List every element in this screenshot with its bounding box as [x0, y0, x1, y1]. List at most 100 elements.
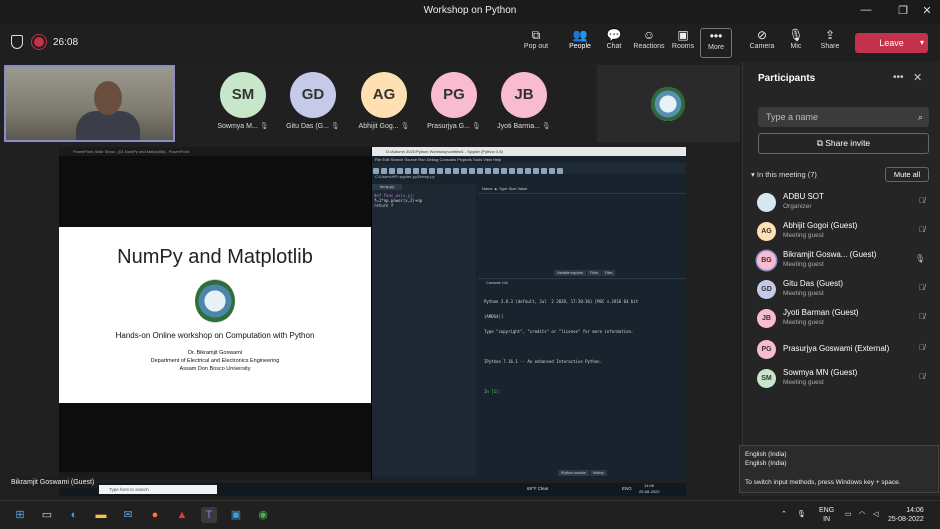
people-button[interactable]: 👥 People: [562, 28, 598, 58]
in-meeting-header[interactable]: ▾ In this meeting (7): [751, 170, 817, 179]
edge-icon[interactable]: ◐: [66, 507, 82, 523]
spyder-menu: File Edit Search Source Run Debug Consol…: [372, 156, 686, 163]
input-method-popup[interactable]: English (India) English (India) To switc…: [739, 445, 939, 493]
gallery-name: Abhijit Gog...: [358, 123, 399, 130]
maximize-button[interactable]: ❐: [893, 4, 913, 17]
ime-option[interactable]: English (India): [745, 450, 933, 459]
teams-icon[interactable]: T: [201, 507, 217, 523]
leave-button[interactable]: Leave ▾: [855, 33, 928, 53]
avatar: GD: [290, 72, 336, 118]
acrobat-icon[interactable]: ▲: [174, 507, 190, 523]
gallery-tile[interactable]: SM Sowmya M... 🎙: [213, 72, 273, 137]
participant-search-input[interactable]: Type a name ⌕: [758, 107, 929, 127]
mic-button[interactable]: 🎙 Mic: [778, 28, 814, 58]
share-icon: ⇪: [824, 28, 836, 42]
remote-desktop-icon[interactable]: ▣: [228, 507, 244, 523]
camera-button[interactable]: ⊘ Camera: [744, 28, 780, 58]
chevron-down-icon[interactable]: ▾: [920, 33, 924, 53]
shared-date: 25-08-2022: [639, 489, 660, 494]
spyder-title: D:\Autumn 2021\Python Workshop\untitled1…: [372, 147, 686, 156]
mic-off-icon[interactable]: 🎙: [797, 510, 806, 518]
mail-icon[interactable]: ✉: [120, 507, 136, 523]
share-button[interactable]: ⇪ Share: [812, 28, 848, 58]
participant-name: Prasurjya Goswami (External): [783, 344, 890, 353]
chrome-icon[interactable]: ◉: [255, 507, 271, 523]
organizer-logo-icon: [757, 193, 776, 212]
university-logo-icon: [195, 279, 235, 323]
ime-option[interactable]: English (India): [745, 459, 933, 468]
shared-screen[interactable]: PowerPoint Slide Show - [01 NumPy and Ma…: [59, 147, 686, 496]
more-button[interactable]: ••• More: [700, 28, 732, 58]
participant-row[interactable]: AG Abhijit Gogoi (Guest) Meeting guest 🎙…: [757, 219, 933, 243]
console-prompt: In [1]:: [484, 389, 501, 394]
avatar: SM: [757, 369, 776, 388]
gallery-tile[interactable]: GD Gitu Das (G... 🎙: [283, 72, 343, 137]
slide-department: Department of Electrical and Electronics…: [150, 358, 280, 364]
clock-time: 14:06: [906, 507, 924, 514]
language-indicator[interactable]: ENG IN: [819, 506, 834, 524]
presenter-video[interactable]: [4, 65, 175, 142]
wifi-icon[interactable]: ◠: [859, 510, 865, 518]
close-icon[interactable]: ✕: [913, 71, 922, 84]
participant-role: Meeting guest: [783, 261, 824, 268]
taskbar-clock[interactable]: 14:06 25-08-2022: [888, 506, 924, 524]
slide-university: Assam Don Bosco University: [179, 366, 251, 372]
popout-button[interactable]: ⧉ Pop out: [518, 28, 554, 58]
gallery-tile[interactable]: PG Prasurjya G... 🎙: [424, 72, 484, 137]
participant-name: Gitu Das (Guest): [783, 279, 844, 288]
battery-icon[interactable]: ▭: [845, 510, 852, 518]
variable-explorer: Name ▲ Type Size Value Variable explorer…: [478, 184, 686, 276]
slide: NumPy and Matplotlib Hands-on Online wor…: [59, 227, 371, 403]
spyder-window: D:\Autumn 2021\Python Workshop\untitled1…: [372, 147, 686, 480]
rooms-button[interactable]: ▣ Rooms: [665, 28, 701, 58]
reactions-button[interactable]: ☺ Reactions: [631, 28, 667, 58]
participant-row[interactable]: PG Prasurjya Goswami (External) 🎙̸: [757, 337, 933, 361]
more-options-icon[interactable]: •••: [893, 72, 904, 83]
clock-date: 25-08-2022: [888, 516, 924, 523]
participant-role: Meeting guest: [783, 319, 824, 326]
console-line: (AMD64)]: [484, 314, 504, 319]
chevron-up-icon[interactable]: ⌃: [781, 510, 787, 518]
volume-icon[interactable]: ◁: [873, 510, 878, 518]
shield-icon[interactable]: [11, 35, 23, 49]
chat-button[interactable]: 💬 Chat: [596, 28, 632, 58]
close-window-button[interactable]: ✕: [917, 4, 937, 17]
popout-icon: ⧉: [531, 28, 541, 42]
participant-role: Meeting guest: [783, 379, 824, 386]
task-view-icon[interactable]: ▭: [39, 507, 55, 523]
mic-off-icon: 🎙̸: [919, 283, 925, 292]
minimize-button[interactable]: —: [856, 4, 876, 16]
popout-label: Pop out: [523, 43, 549, 50]
ime-hint: To switch input methods, press Windows k…: [745, 479, 901, 486]
participant-role: Meeting guest: [783, 290, 824, 297]
mic-off-icon: 🎙: [330, 123, 340, 130]
in-meeting-label: In this meeting (7): [756, 170, 817, 179]
participant-row[interactable]: GD Gitu Das (Guest) Meeting guest 🎙̸: [757, 277, 933, 301]
participant-row[interactable]: JB Jyoti Barman (Guest) Meeting guest 🎙̸: [757, 306, 933, 330]
code-line: return f: [374, 203, 394, 208]
participant-row[interactable]: SM Sowmya MN (Guest) Meeting guest 🎙̸: [757, 366, 933, 390]
gallery-tile[interactable]: AG Abhijit Gog... 🎙: [354, 72, 414, 137]
share-label: Share: [820, 43, 840, 50]
mic-off-icon: 🎙: [471, 123, 481, 130]
windows-taskbar: ⊞ ▭ ◐ ▬ ✉ ● ▲ T ▣ ◉ ⌃ 🎙 ENG IN ▭ ◠ ◁ 14:…: [0, 500, 940, 529]
participant-row[interactable]: BG Bikramjit Goswa... (Guest) Meeting gu…: [757, 248, 933, 272]
mic-off-icon: 🎙̸: [919, 372, 925, 381]
chat-icon: 💬: [606, 28, 622, 42]
organizer-tile[interactable]: [597, 65, 740, 142]
spyder-path: C:\Users\HP\.spyder-py3\temp.py: [375, 174, 435, 179]
share-invite-button[interactable]: ⧉ Share invite: [758, 133, 929, 154]
participant-row[interactable]: ADBU SOT Organizer 🎙̸: [757, 190, 933, 214]
console-line: Python 3.8.3 (default, Jul 2 2020, 17:30…: [484, 299, 639, 304]
tab-history: History: [589, 470, 607, 476]
avatar: BG: [757, 251, 776, 270]
file-explorer-icon[interactable]: ▬: [93, 507, 109, 523]
mic-off-icon: 🎙̸: [919, 343, 925, 352]
avatar: JB: [501, 72, 547, 118]
gallery-tile[interactable]: JB Jyoti Barma... 🎙: [494, 72, 554, 137]
firefox-icon[interactable]: ●: [147, 507, 163, 523]
people-label: People: [569, 43, 591, 50]
mute-all-button[interactable]: Mute all: [885, 167, 929, 182]
reactions-icon: ☺: [642, 28, 656, 42]
windows-start-icon[interactable]: ⊞: [12, 507, 28, 523]
